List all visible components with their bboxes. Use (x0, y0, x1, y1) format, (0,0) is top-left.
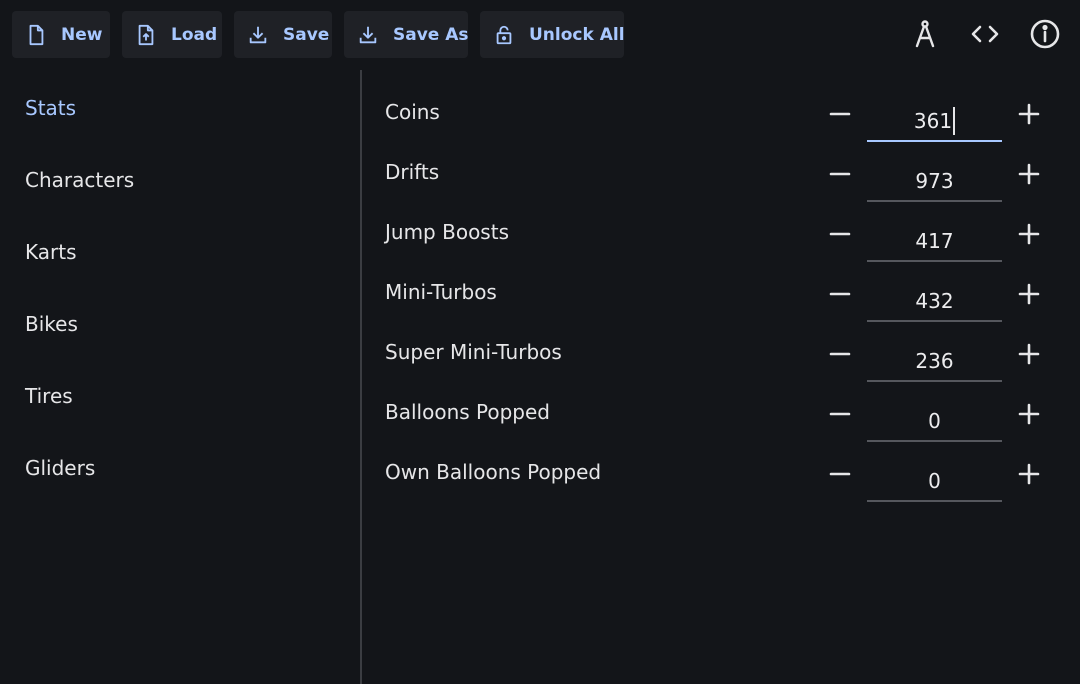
stat-value-input[interactable]: 0 (867, 402, 1002, 442)
plus-icon (1018, 343, 1040, 365)
increment-button[interactable] (1015, 400, 1043, 428)
decrement-button[interactable] (826, 100, 854, 128)
sidebar-item-stats[interactable]: Stats (25, 96, 76, 120)
info-icon (1030, 19, 1060, 49)
load-button-label: Load (171, 24, 218, 45)
minus-icon (829, 232, 851, 236)
stat-label: Super Mini-Turbos (385, 340, 562, 364)
upload-file-icon (138, 24, 154, 45)
compass-icon (915, 20, 935, 48)
save-as-button[interactable]: Save As (344, 11, 469, 58)
increment-button[interactable] (1015, 340, 1043, 368)
load-button[interactable]: Load (122, 11, 222, 58)
code-button[interactable] (967, 16, 1003, 52)
download-icon (249, 26, 267, 43)
stat-row-balloons-popped: Balloons Popped 0 (362, 384, 1080, 444)
sidebar-item-bikes[interactable]: Bikes (25, 312, 78, 336)
stat-label: Coins (385, 100, 440, 124)
stat-row-mini-turbos: Mini-Turbos 432 (362, 264, 1080, 324)
new-button[interactable]: New (12, 11, 110, 58)
new-button-label: New (61, 24, 103, 45)
text-caret (953, 106, 956, 135)
minus-icon (829, 352, 851, 356)
plus-icon (1018, 283, 1040, 305)
unlock-all-button[interactable]: Unlock All (480, 11, 625, 58)
increment-button[interactable] (1015, 460, 1043, 488)
lock-open-icon (496, 25, 512, 44)
decrement-button[interactable] (826, 160, 854, 188)
sidebar-item-karts[interactable]: Karts (25, 240, 77, 264)
stat-label: Drifts (385, 160, 440, 184)
stat-label: Balloons Popped (385, 400, 550, 424)
sidebar-item-tires[interactable]: Tires (25, 384, 73, 408)
stat-value-input[interactable]: 0 (867, 462, 1002, 502)
stat-value-input[interactable]: 236 (867, 342, 1002, 382)
stat-label: Jump Boosts (385, 220, 509, 244)
save-button[interactable]: Save (234, 11, 332, 58)
plus-icon (1018, 403, 1040, 425)
sidebar: Stats Characters Karts Bikes Tires Glide… (0, 70, 360, 684)
download-icon (359, 26, 377, 43)
minus-icon (829, 112, 851, 116)
stat-label: Mini-Turbos (385, 280, 497, 304)
plus-icon (1018, 163, 1040, 185)
decrement-button[interactable] (826, 280, 854, 308)
stat-row-drifts: Drifts 973 (362, 144, 1080, 204)
info-button[interactable] (1027, 16, 1063, 52)
stat-value-input[interactable]: 417 (867, 222, 1002, 262)
toolbar: New Load Save Save As Unlock All (0, 0, 1080, 70)
increment-button[interactable] (1015, 160, 1043, 188)
stat-value: 361 (913, 109, 953, 133)
decrement-button[interactable] (826, 400, 854, 428)
save-as-button-label: Save As (393, 24, 469, 45)
increment-button[interactable] (1015, 100, 1043, 128)
stat-value-input[interactable]: 973 (867, 162, 1002, 202)
decrement-button[interactable] (826, 220, 854, 248)
sidebar-item-characters[interactable]: Characters (25, 168, 134, 192)
stats-list: Coins 361 Drifts 973 Jump Boosts 417 Min… (362, 70, 1080, 530)
unlock-all-button-label: Unlock All (529, 24, 625, 45)
file-icon (29, 24, 44, 45)
minus-icon (829, 412, 851, 416)
compass-button[interactable] (907, 16, 943, 52)
minus-icon (829, 292, 851, 296)
minus-icon (829, 172, 851, 176)
code-icon (971, 25, 999, 43)
increment-button[interactable] (1015, 280, 1043, 308)
stat-row-super-mini-turbos: Super Mini-Turbos 236 (362, 324, 1080, 384)
sidebar-item-gliders[interactable]: Gliders (25, 456, 95, 480)
stat-label: Own Balloons Popped (385, 460, 602, 484)
stat-value-input[interactable]: 361 (867, 102, 1002, 142)
save-button-label: Save (283, 24, 330, 45)
plus-icon (1018, 223, 1040, 245)
stat-row-own-balloons-popped: Own Balloons Popped 0 (362, 444, 1080, 504)
stat-value-input[interactable]: 432 (867, 282, 1002, 322)
decrement-button[interactable] (826, 340, 854, 368)
stat-row-jump-boosts: Jump Boosts 417 (362, 204, 1080, 264)
minus-icon (829, 472, 851, 476)
plus-icon (1018, 463, 1040, 485)
plus-icon (1018, 103, 1040, 125)
decrement-button[interactable] (826, 460, 854, 488)
stat-row-coins: Coins 361 (362, 84, 1080, 144)
increment-button[interactable] (1015, 220, 1043, 248)
